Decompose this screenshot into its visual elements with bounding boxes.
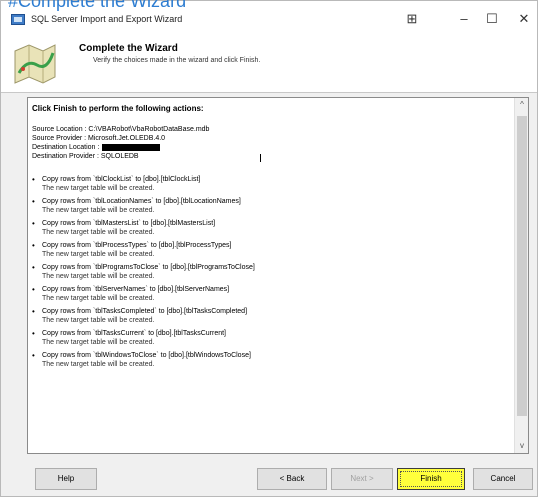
wizard-window: SQL Server Import and Export Wizard ⊞ – … (0, 0, 538, 497)
database-window-icon (11, 14, 25, 25)
list-item: • Copy rows from `tblServerNames` to [dbo… (32, 285, 510, 303)
action-note: The new target table will be created. (42, 229, 155, 236)
bullet: • (32, 329, 35, 338)
destination-provider: Destination Provider : SQLOLEDB (32, 153, 139, 160)
list-item: • Copy rows from `tblLocationNames` to [d… (32, 197, 510, 215)
list-item: • Copy rows from `tblClockList` to [dbo].… (32, 175, 510, 193)
source-provider: Source Provider : Microsoft.Jet.OLEDB.4.… (32, 135, 166, 142)
action-note: The new target table will be created. (42, 295, 155, 302)
action-note: The new target table will be created. (42, 339, 155, 346)
page-title: Complete the Wizard (79, 43, 178, 54)
scroll-down-icon[interactable]: v (515, 439, 529, 453)
window-title: SQL Server Import and Export Wizard (31, 14, 183, 24)
actions-list: • Copy rows from `tblClockList` to [dbo].… (32, 175, 510, 369)
bullet: • (32, 351, 35, 360)
list-item: • Copy rows from `tblProcessTypes` to [db… (32, 241, 510, 259)
destination-location-label: Destination Location : (32, 144, 100, 151)
snap-layout-button[interactable]: ⊞ (401, 9, 423, 29)
action-note: The new target table will be created. (42, 317, 155, 324)
page-subtitle: Verify the choices made in the wizard an… (93, 57, 261, 64)
finish-button[interactable]: Finish (397, 468, 465, 490)
next-button[interactable]: Next > (331, 468, 393, 490)
action-line: Copy rows from `tblTasksCompleted` to [d… (42, 308, 248, 315)
action-note: The new target table will be created. (42, 185, 155, 192)
minimize-button[interactable]: – (453, 9, 475, 29)
wizard-header: Complete the Wizard Verify the choices m… (1, 33, 537, 93)
summary-content: Click Finish to perform the following ac… (28, 98, 514, 453)
maximize-button[interactable]: ☐ (481, 9, 503, 29)
source-location: Source Location : C:\VBARobot\VbaRobotDa… (32, 126, 210, 133)
action-note: The new target table will be created. (42, 361, 155, 368)
summary-panel[interactable]: Click Finish to perform the following ac… (27, 97, 529, 454)
bullet: • (32, 285, 35, 294)
bullet: • (32, 219, 35, 228)
action-note: The new target table will be created. (42, 251, 155, 258)
close-button[interactable]: ✕ (513, 9, 535, 29)
action-note: The new target table will be created. (42, 207, 155, 214)
destination-location-row: Destination Location : (32, 143, 510, 152)
summary-heading: Click Finish to perform the following ac… (32, 104, 204, 113)
list-item: • Copy rows from `tblTasksCurrent` to [db… (32, 329, 510, 347)
wizard-map-icon (14, 44, 56, 84)
list-item: • Copy rows from `tblMastersList` to [dbo… (32, 219, 510, 237)
action-line: Copy rows from `tblTasksCurrent` to [dbo… (42, 330, 227, 337)
cancel-button[interactable]: Cancel (473, 468, 533, 490)
list-item: • Copy rows from `tblProgramsToClose` to … (32, 263, 510, 281)
overlay-caption: #Complete the Wizard (8, 0, 187, 11)
text-cursor (260, 154, 261, 162)
vertical-scrollbar[interactable]: ^ v (514, 98, 528, 453)
action-line: Copy rows from `tblProcessTypes` to [dbo… (42, 242, 232, 249)
list-item: • Copy rows from `tblWindowsToClose` to [… (32, 351, 510, 369)
bullet: • (32, 241, 35, 250)
bullet: • (32, 263, 35, 272)
action-line: Copy rows from `tblMastersList` to [dbo]… (42, 220, 216, 227)
redacted-block (102, 143, 161, 151)
bullet: • (32, 307, 35, 316)
action-line: Copy rows from `tblClockList` to [dbo].[… (42, 176, 201, 183)
back-button[interactable]: < Back (257, 468, 327, 490)
bullet: • (32, 197, 35, 206)
action-line: Copy rows from `tblLocationNames` to [db… (42, 198, 241, 205)
list-item: • Copy rows from `tblTasksCompleted` to [… (32, 307, 510, 325)
help-button[interactable]: Help (35, 468, 97, 490)
action-note: The new target table will be created. (42, 273, 155, 280)
bullet: • (32, 175, 35, 184)
action-line: Copy rows from `tblServerNames` to [dbo]… (42, 286, 230, 293)
scroll-thumb[interactable] (517, 116, 527, 416)
action-line: Copy rows from `tblWindowsToClose` to [d… (42, 352, 251, 359)
button-bar: Help < Back Next > Finish Cancel (1, 461, 537, 496)
action-line: Copy rows from `tblProgramsToClose` to [… (42, 264, 255, 271)
scroll-up-icon[interactable]: ^ (515, 98, 529, 112)
